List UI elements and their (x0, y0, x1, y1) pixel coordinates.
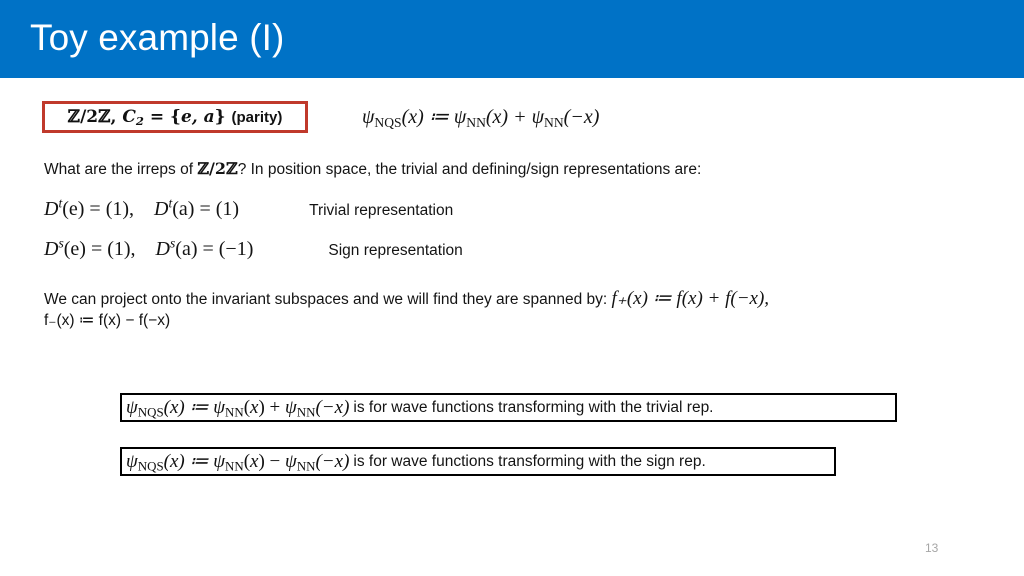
psi-nn-symbol-c2a: ψ (213, 451, 226, 472)
conclusion-formula-sign: ψNQS(x) ≔ ψNN(x) − ψNN(−x) (126, 450, 349, 473)
psi-nn-arg-c2a: (x) − (243, 451, 281, 472)
page-title: Toy example (I) (30, 17, 285, 58)
psi-nqs-subscript-c2: NQS (137, 458, 164, 474)
psi-nn-arg-c1a: (x) + (243, 397, 281, 418)
psi-nn-arg-c2b: (−x) (315, 451, 350, 472)
psi-nn-symbol-2: ψ (531, 106, 545, 128)
group-elements: e, a (180, 107, 215, 127)
conclusion-formula-trivial: ψNQS(x) ≔ ψNN(x) + ψNN(−x) (126, 396, 349, 419)
conclusion-box-sign-rep: ψNQS(x) ≔ ψNN(x) − ψNN(−x) is for wave f… (120, 447, 836, 476)
group-equals: = { (143, 107, 181, 127)
top-formula: ψNQS(x) ≔ ψNN(x) + ψNN(−x) (362, 104, 599, 129)
psi-nn-arg-1: (x) + (485, 106, 532, 128)
group-separator: , (110, 107, 123, 127)
psi-nqs-symbol-c1: ψ (126, 397, 138, 418)
psi-nqs-symbol: ψ (362, 106, 375, 128)
trivial-representation-equations: Dt(e) = (1), Dt(a) = (1) (44, 196, 240, 221)
projection-formula-plus: f₊(x) ≔ f(x) + f(−x), (611, 288, 770, 309)
slide: Toy example (I) ℤ/2ℤ, C2 = {e, a} (parit… (0, 0, 1024, 576)
psi-nn-subscript-c1a: NN (225, 404, 244, 420)
psi-nqs-subscript-c1: NQS (137, 404, 164, 420)
d-identity-trivial: (e) = (1), (62, 198, 135, 220)
group-symbol: ℤ/2ℤ (67, 107, 111, 127)
d-symbol-sign: D (44, 238, 59, 260)
psi-nn-subscript-1: NN (466, 114, 486, 130)
psi-nn-symbol-c1b: ψ (285, 397, 297, 418)
page-number: 13 (925, 541, 939, 555)
conclusion-text-trivial: is for wave functions transforming with … (353, 398, 714, 416)
psi-nqs-arg: (x) ≔ (401, 106, 454, 128)
question-part-2: ? In position space, the trivial and def… (237, 161, 702, 178)
d-symbol-sign-2: D (155, 238, 170, 260)
sign-representation-label: Sign representation (328, 242, 463, 259)
group-subscript: 2 (135, 114, 144, 129)
conclusion-operator-sign: − (269, 451, 281, 472)
trivial-representation-label: Trivial representation (309, 202, 454, 219)
psi-nn-arg-c1b: (−x) (315, 397, 350, 418)
psi-nn-symbol-c1a: ψ (213, 397, 226, 418)
psi-nn-subscript-c1b: NN (296, 404, 316, 420)
psi-nqs-subscript: NQS (374, 114, 402, 130)
group-definition-text: ℤ/2ℤ, C2 = {e, a} (parity) (68, 107, 283, 127)
group-close-brace: } (214, 107, 232, 127)
irreps-question-line: What are the irreps of ℤ/2ℤ? In position… (44, 158, 701, 181)
x-var-c1a: x (250, 397, 259, 418)
conclusion-operator-trivial: + (269, 397, 281, 418)
projection-text: We can project onto the invariant subspa… (44, 291, 612, 308)
psi-nn-subscript-c2b: NN (296, 458, 316, 474)
sign-representation-row: Ds(e) = (1), Ds(a) = (−1) Sign represent… (44, 236, 463, 261)
projection-paragraph-line-1: We can project onto the invariant subspa… (44, 288, 944, 311)
psi-nn-subscript-c2a: NN (225, 458, 244, 474)
psi-nn-subscript-2: NN (544, 114, 564, 130)
projection-formula-minus: f₋(x) ≔ f(x) − f(−x) (44, 312, 171, 329)
psi-nn-arg-2: (−x) (563, 106, 600, 128)
title-banner: Toy example (I) (0, 0, 1024, 78)
d-identity-sign: (e) = (1), (63, 238, 136, 260)
psi-nn-symbol-c2b: ψ (285, 451, 297, 472)
psi-nqs-arg-c2: (x) ≔ (163, 451, 214, 472)
d-element-trivial: (a) = (1) (172, 198, 240, 220)
conclusion-text-sign: is for wave functions transforming with … (353, 452, 706, 470)
trivial-representation-row: Dt(e) = (1), Dt(a) = (1) Trivial represe… (44, 196, 454, 221)
group-name: C (122, 107, 136, 127)
sign-representation-equations: Ds(e) = (1), Ds(a) = (−1) (44, 236, 254, 261)
question-part-1: What are the irreps of (44, 161, 198, 178)
conclusion-box-trivial-rep: ψNQS(x) ≔ ψNN(x) + ψNN(−x) is for wave f… (120, 393, 897, 422)
group-definition-box: ℤ/2ℤ, C2 = {e, a} (parity) (42, 101, 308, 133)
psi-nqs-symbol-c2: ψ (126, 451, 138, 472)
d-symbol-trivial: D (44, 198, 59, 220)
d-symbol-trivial-2: D (154, 198, 169, 220)
parity-label: (parity) (231, 109, 283, 126)
question-group-symbol: ℤ/2ℤ (197, 159, 238, 178)
psi-nqs-arg-c1: (x) ≔ (163, 397, 214, 418)
psi-nn-symbol-1: ψ (453, 106, 467, 128)
d-element-sign: (a) = (−1) (175, 238, 254, 260)
x-var-c2a: x (250, 451, 259, 472)
projection-paragraph-line-2: f₋(x) ≔ f(x) − f(−x) (44, 310, 170, 332)
